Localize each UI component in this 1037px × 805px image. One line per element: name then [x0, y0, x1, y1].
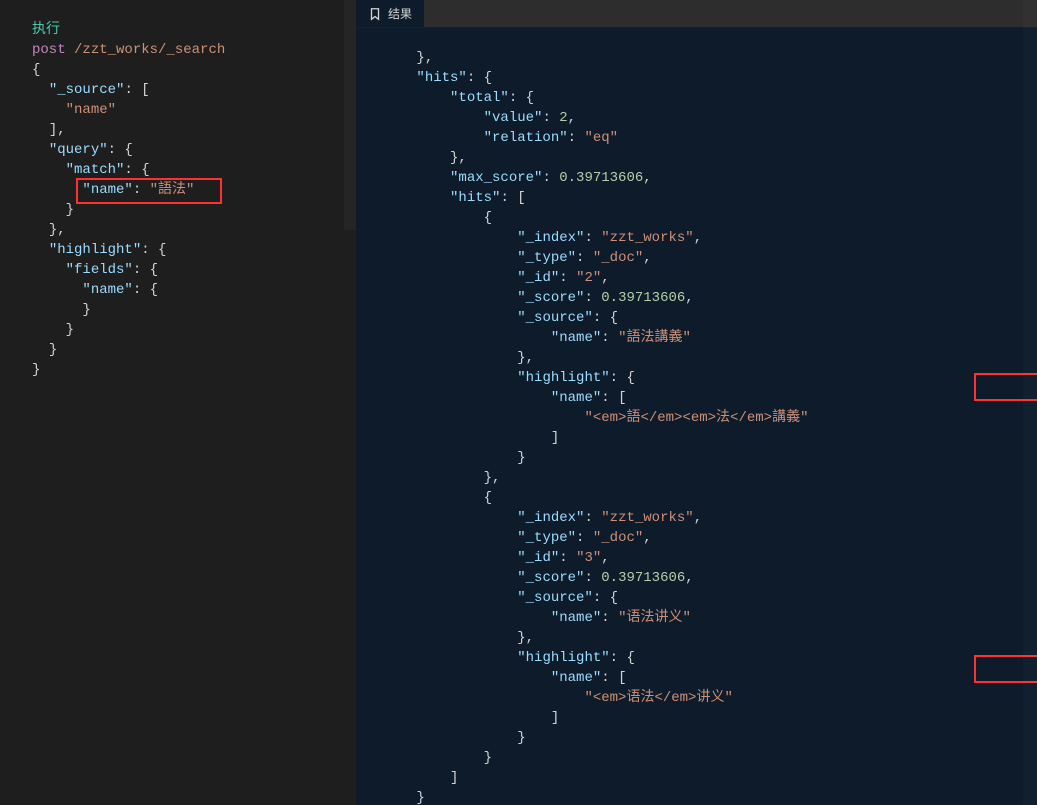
- request-path: /zzt_works/_search: [74, 42, 225, 58]
- request-editor-panel[interactable]: 执行 post /zzt_works/_search { "_source": …: [0, 0, 356, 805]
- response-body[interactable]: }, "hits": { "total": { "value": 2, "rel…: [366, 28, 1037, 805]
- bookmark-icon: [368, 7, 382, 21]
- results-tab[interactable]: 结果: [356, 0, 424, 27]
- response-tab-bar: 结果: [356, 0, 1037, 28]
- http-method: post: [32, 42, 66, 58]
- run-query-link[interactable]: 执行: [32, 22, 60, 38]
- minimap[interactable]: [1023, 0, 1037, 805]
- minimap[interactable]: [344, 0, 356, 230]
- request-code[interactable]: 执行 post /zzt_works/_search { "_source": …: [24, 0, 356, 805]
- response-panel: 结果 }, "hits": { "total": { "value": 2, "…: [356, 0, 1037, 805]
- results-tab-label: 结果: [388, 5, 412, 22]
